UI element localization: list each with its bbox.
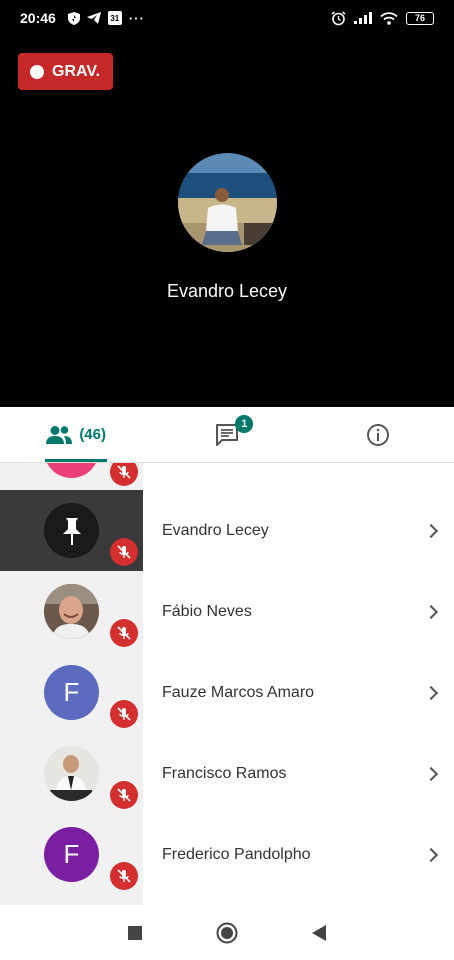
list-item[interactable]: F Fauze Marcos Amaro: [0, 652, 454, 733]
list-item[interactable]: Francisco Ramos: [0, 733, 454, 814]
alarm-icon: [331, 10, 346, 25]
row-avatar-area: [0, 571, 143, 652]
telegram-icon: [86, 12, 101, 24]
chevron-right-icon: [423, 766, 439, 781]
mic-off-icon: [110, 781, 138, 809]
status-bar: 20:46 31 ··· 76: [0, 0, 454, 36]
mic-off-icon: [110, 463, 138, 486]
participant-name: Fauze Marcos Amaro: [162, 683, 315, 701]
wifi-icon: [380, 11, 398, 25]
participant-list[interactable]: Evandro Lecey Fábio Neves F Fauze Marcos…: [0, 463, 454, 905]
list-item[interactable]: F Frederico Pandolpho: [0, 814, 454, 895]
tab-chat[interactable]: 1: [151, 407, 302, 462]
battery-icon: 76: [406, 11, 434, 25]
mic-off-icon: [110, 700, 138, 728]
calendar-icon: 31: [107, 11, 122, 25]
people-icon: [46, 425, 73, 444]
avatar: [44, 584, 99, 639]
status-time: 20:46: [20, 10, 56, 26]
home-circle-icon[interactable]: [216, 922, 238, 944]
avatar: [44, 503, 99, 558]
tab-participants[interactable]: (46): [0, 407, 151, 462]
recording-label: GRAV.: [52, 62, 101, 80]
mic-off-icon: [110, 538, 138, 566]
participant-name: Francisco Ramos: [162, 764, 287, 782]
tab-info[interactable]: [303, 407, 454, 462]
speaker-name: Evandro Lecey: [166, 281, 288, 301]
system-nav-bar: [0, 905, 454, 960]
participant-name: Frederico Pandolpho: [162, 845, 311, 863]
info-icon: [367, 423, 390, 446]
back-triangle-icon[interactable]: [312, 924, 326, 941]
chat-unread-badge: 1: [235, 415, 254, 433]
shield-icon: [67, 11, 80, 25]
row-avatar-area: F: [0, 652, 143, 733]
row-avatar-area: [0, 463, 143, 491]
chevron-right-icon: [423, 847, 439, 862]
signal-icon: [354, 12, 372, 24]
participant-name: Fábio Neves: [162, 602, 252, 620]
list-item[interactable]: Fábio Neves: [0, 571, 454, 652]
row-avatar-area: [0, 733, 143, 814]
pin-icon: [62, 517, 81, 545]
mic-off-icon: [110, 619, 138, 647]
more-dots-icon: ···: [128, 10, 145, 26]
list-item[interactable]: Evandro Lecey: [0, 490, 454, 571]
tab-bar: (46) 1: [0, 407, 454, 463]
row-avatar-area: [0, 490, 143, 571]
chevron-right-icon: [423, 604, 439, 619]
chevron-right-icon: [423, 685, 439, 700]
recents-square-icon[interactable]: [128, 925, 142, 940]
recording-badge: GRAV.: [18, 53, 113, 90]
avatar: F: [44, 827, 99, 882]
active-tab-indicator: [45, 459, 107, 462]
record-dot-icon: [30, 64, 44, 79]
participant-name: Evandro Lecey: [162, 521, 269, 539]
chevron-right-icon: [423, 523, 439, 538]
avatar: [44, 746, 99, 801]
row-avatar-area: F: [0, 814, 143, 895]
avatar: [44, 463, 99, 478]
avatar: F: [44, 665, 99, 720]
mic-off-icon: [110, 862, 138, 890]
list-item[interactable]: [0, 463, 454, 491]
participants-count: (46): [79, 426, 106, 443]
speaker-avatar: [178, 153, 277, 252]
